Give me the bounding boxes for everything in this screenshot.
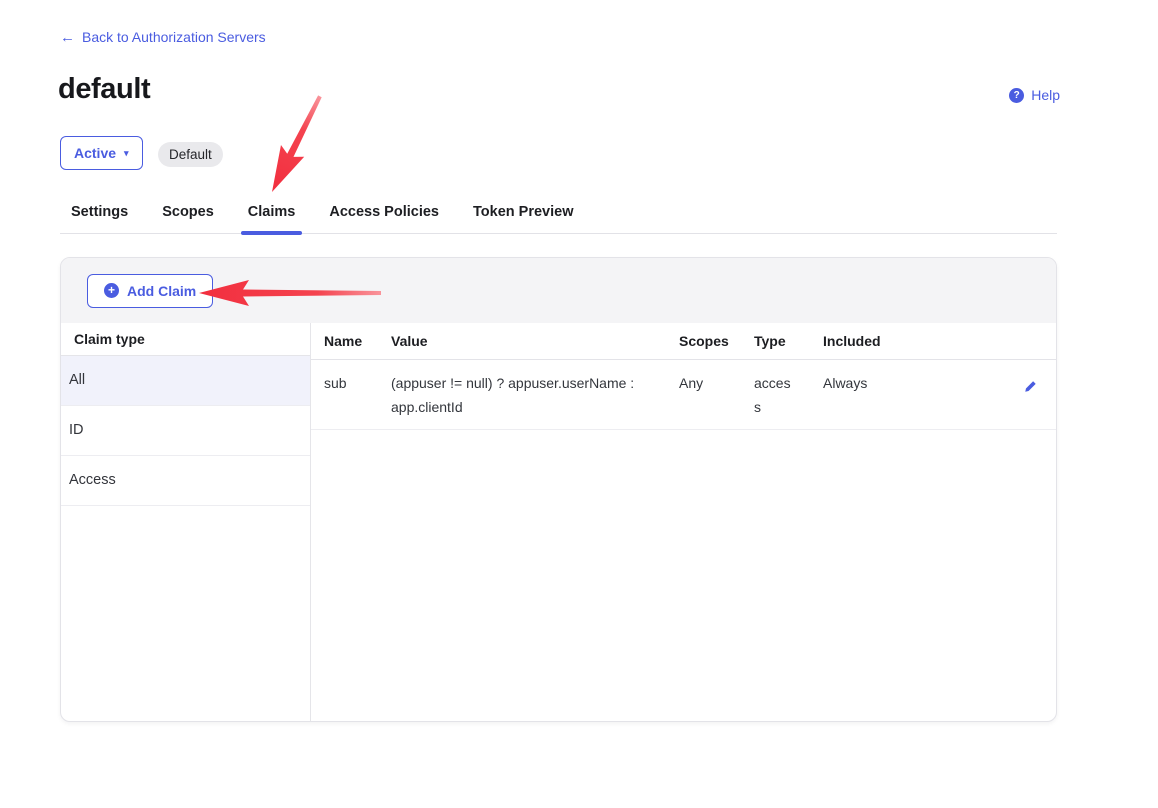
tab-claims[interactable]: Claims xyxy=(248,204,296,233)
pencil-icon xyxy=(1024,380,1037,393)
back-arrow-icon: ← xyxy=(60,30,75,45)
column-header-scopes: Scopes xyxy=(679,333,754,349)
add-claim-button[interactable]: + Add Claim xyxy=(87,274,213,308)
claim-type-cell: access xyxy=(754,371,794,419)
active-status-label: Active xyxy=(74,145,116,161)
claim-value-cell: (appuser != null) ? appuser.userName : a… xyxy=(391,371,663,419)
column-header-included: Included xyxy=(823,333,1020,349)
help-link-label: Help xyxy=(1031,87,1060,103)
claims-content: Claim type All ID Access Name Value Scop… xyxy=(61,323,1056,721)
default-badge: Default xyxy=(158,142,223,167)
page-title: default xyxy=(58,73,150,106)
claim-type-header: Claim type xyxy=(61,323,310,356)
claims-toolbar: + Add Claim xyxy=(61,258,1056,323)
claims-panel: + Add Claim Claim type All ID Access Nam… xyxy=(60,257,1057,722)
claim-type-all[interactable]: All xyxy=(61,356,310,406)
column-header-name: Name xyxy=(324,333,391,349)
help-link[interactable]: ? Help xyxy=(1009,87,1060,103)
back-to-authorization-servers-link[interactable]: ← Back to Authorization Servers xyxy=(60,29,266,45)
claim-type-id[interactable]: ID xyxy=(61,406,310,456)
tab-access-policies[interactable]: Access Policies xyxy=(329,204,439,233)
claim-type-filter-panel: Claim type All ID Access xyxy=(61,323,311,721)
add-claim-button-label: Add Claim xyxy=(127,283,196,299)
claim-type-access[interactable]: Access xyxy=(61,456,310,506)
edit-claim-button[interactable] xyxy=(1020,376,1040,396)
claim-name-cell: sub xyxy=(324,371,391,395)
chevron-down-icon: ▾ xyxy=(124,149,129,158)
claims-table-header: Name Value Scopes Type Included xyxy=(311,323,1056,360)
claim-included-cell: Always xyxy=(823,371,1020,395)
table-row: sub (appuser != null) ? appuser.userName… xyxy=(311,360,1056,430)
active-status-dropdown[interactable]: Active ▾ xyxy=(60,136,143,170)
back-link-label: Back to Authorization Servers xyxy=(82,29,266,45)
column-header-value: Value xyxy=(391,333,679,349)
tab-scopes[interactable]: Scopes xyxy=(162,204,214,233)
claims-table: Name Value Scopes Type Included sub (app… xyxy=(311,323,1056,721)
plus-icon: + xyxy=(104,283,119,298)
tab-bar: Settings Scopes Claims Access Policies T… xyxy=(60,199,1057,234)
tab-token-preview[interactable]: Token Preview xyxy=(473,204,573,233)
claim-scopes-cell: Any xyxy=(679,371,754,395)
help-question-icon: ? xyxy=(1009,88,1024,103)
tab-settings[interactable]: Settings xyxy=(71,204,128,233)
annotation-arrow-claims-tab xyxy=(256,86,337,201)
column-header-type: Type xyxy=(754,333,823,349)
